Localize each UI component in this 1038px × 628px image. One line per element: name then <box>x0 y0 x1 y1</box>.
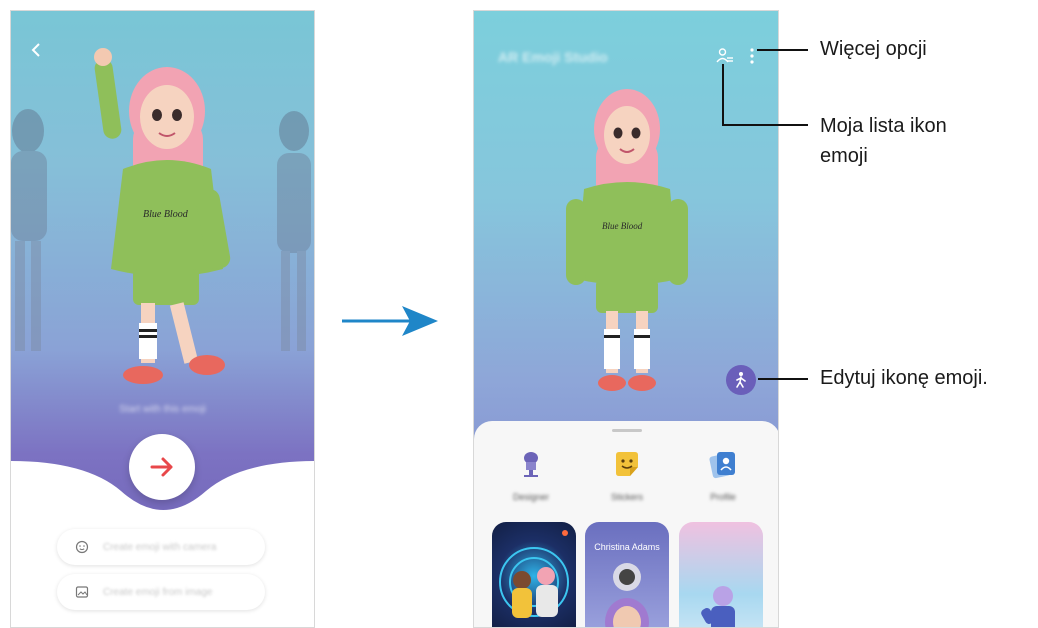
create-from-image-button[interactable]: Create emoji from image <box>57 574 265 610</box>
sticker-icon <box>616 452 638 476</box>
studio-title: AR Emoji Studio <box>498 49 608 65</box>
bottom-sheet: Designer Stickers Profile Christina Adam… <box>474 421 778 627</box>
back-button[interactable] <box>25 39 47 61</box>
new-dot <box>562 530 568 536</box>
create-with-camera-button[interactable]: Create emoji with camera <box>57 529 265 565</box>
category-stickers[interactable]: Stickers <box>592 449 662 509</box>
template-card[interactable] <box>492 522 576 627</box>
chevron-left-icon <box>31 43 40 57</box>
category-profile[interactable]: Profile <box>688 449 758 509</box>
profile-card-icon <box>709 452 735 479</box>
callout-edit-emoji: Edytuj ikonę emoji. <box>820 367 988 389</box>
category-designer-label: Designer <box>512 492 550 502</box>
walking-person-icon <box>736 372 746 388</box>
background-avatar <box>277 111 311 351</box>
emoji-avatar: Blue Blood <box>94 48 231 384</box>
svg-text:Blue Blood: Blue Blood <box>143 209 189 220</box>
card-avatar <box>605 563 649 627</box>
arrow-right-icon <box>150 457 173 477</box>
emoji-studio-screen: AR Emoji Studio Blue Blood Designer Stic… <box>473 10 779 628</box>
category-profile-label: Profile <box>710 492 736 502</box>
my-emoji-list-button[interactable] <box>716 47 734 70</box>
template-card[interactable]: Christina Adams <box>585 522 669 627</box>
more-vertical-icon <box>750 48 754 64</box>
category-stickers-label: Stickers <box>610 492 643 502</box>
card-avatar <box>701 586 735 627</box>
callout-line-my-emoji-list-vertical <box>722 64 724 126</box>
emoji-avatar: Blue Blood <box>566 89 688 391</box>
image-icon <box>75 586 89 598</box>
callout-more-options: Więcej opcji <box>820 38 927 60</box>
callout-my-emoji-list: Moja lista ikon emoji <box>820 115 947 167</box>
background-avatar <box>11 109 47 351</box>
category-designer[interactable]: Designer <box>496 449 566 509</box>
callout-line-edit-emoji <box>758 378 808 380</box>
template-card[interactable] <box>679 522 763 627</box>
svg-text:Blue Blood: Blue Blood <box>602 221 643 231</box>
card-avatars <box>499 547 569 618</box>
arrow-right-icon <box>342 306 438 336</box>
face-icon <box>75 540 89 554</box>
person-list-icon <box>716 48 733 63</box>
more-options-button[interactable] <box>748 47 756 70</box>
next-button[interactable] <box>129 434 195 500</box>
create-with-camera-label: Create emoji with camera <box>103 541 217 553</box>
drag-handle[interactable] <box>612 429 642 432</box>
designer-icon <box>524 452 538 477</box>
edit-emoji-button[interactable] <box>726 365 756 395</box>
create-from-image-label: Create emoji from image <box>103 586 213 598</box>
callout-line-my-emoji-list <box>722 124 808 126</box>
emoji-start-screen: Blue Blood Start with this emoji Create … <box>10 10 315 628</box>
callout-line-more-options <box>757 49 808 51</box>
